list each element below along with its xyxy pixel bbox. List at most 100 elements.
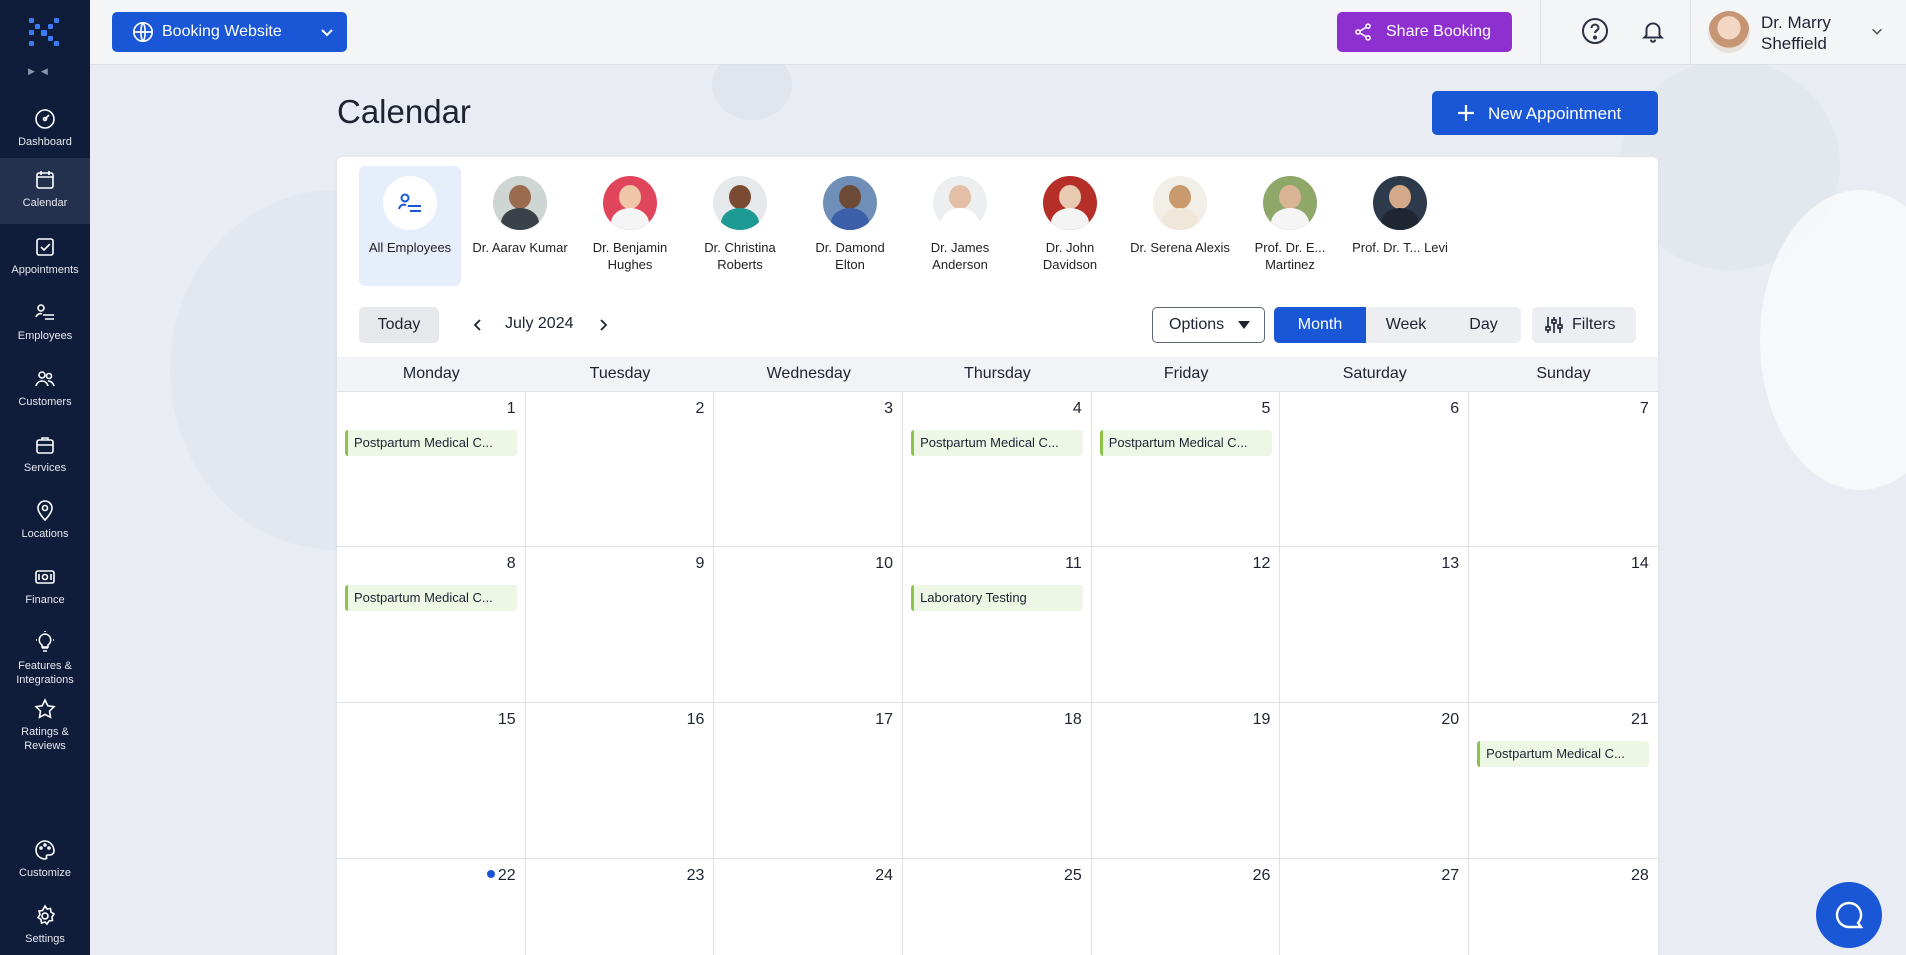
- day-cell[interactable]: 16: [526, 703, 715, 858]
- employee-filter-damond-elton[interactable]: Dr. Damond Elton: [799, 166, 901, 286]
- day-cell[interactable]: 13: [1280, 547, 1470, 702]
- sidebar-item-customize[interactable]: Customize: [0, 828, 90, 894]
- day-number-label: 16: [686, 711, 705, 728]
- money-icon: [35, 570, 55, 584]
- chat-bubble-icon: [1835, 901, 1864, 929]
- appointment-event[interactable]: Postpartum Medical C...: [1477, 741, 1650, 767]
- day-cell[interactable]: 10: [714, 547, 904, 702]
- day-cell[interactable]: 7: [1469, 392, 1658, 546]
- chevron-down-icon[interactable]: [1870, 24, 1884, 38]
- appointment-event[interactable]: Postpartum Medical C...: [345, 585, 517, 611]
- appointment-event[interactable]: Postpartum Medical C...: [1099, 430, 1272, 456]
- day-cell[interactable]: 15: [337, 703, 526, 858]
- avatar[interactable]: [1708, 11, 1750, 53]
- sidebar-item-appointments[interactable]: Appointments: [0, 225, 90, 291]
- employee-filter-john-davidson[interactable]: Dr. John Davidson: [1019, 166, 1121, 286]
- day-cell[interactable]: 22: [337, 859, 526, 955]
- day-cell[interactable]: 23: [526, 859, 715, 955]
- employee-filter-james-anderson[interactable]: Dr. James Anderson: [909, 166, 1011, 286]
- day-cell[interactable]: 14: [1469, 547, 1658, 702]
- employee-filter-serena-alexis[interactable]: Dr. Serena Alexis: [1129, 166, 1231, 286]
- employee-filter-martinez[interactable]: Prof. Dr. E... Martinez: [1239, 166, 1341, 286]
- options-dropdown[interactable]: Options: [1152, 307, 1265, 343]
- sidebar-item-employees[interactable]: Employees: [0, 291, 90, 357]
- sidebar-collapse-icon[interactable]: ▶◀: [28, 66, 54, 77]
- day-number-label: 17: [875, 711, 894, 728]
- sidebar-item-ratings[interactable]: Ratings & Reviews: [0, 687, 90, 753]
- share-booking-button[interactable]: Share Booking: [1337, 12, 1512, 52]
- view-week-button[interactable]: Week: [1366, 307, 1446, 343]
- appointment-event[interactable]: Postpartum Medical C...: [911, 430, 1084, 456]
- calendar-icon: [36, 171, 54, 189]
- checkbox-icon: [36, 238, 54, 256]
- divider: [1540, 0, 1541, 65]
- day-cell[interactable]: 21 Postpartum Medical C...: [1469, 703, 1658, 858]
- sidebar-item-features[interactable]: Features & Integrations: [0, 621, 90, 687]
- view-month-button[interactable]: Month: [1274, 307, 1366, 343]
- day-cell[interactable]: 5 Postpartum Medical C...: [1092, 392, 1281, 546]
- day-cell[interactable]: 26: [1092, 859, 1281, 955]
- bell-icon[interactable]: [1640, 18, 1666, 44]
- day-cell[interactable]: 6: [1280, 392, 1470, 546]
- day-cell[interactable]: 2: [526, 392, 715, 546]
- sidebar-item-services[interactable]: Services: [0, 423, 90, 489]
- day-cell[interactable]: 1 Postpartum Medical C...: [337, 392, 526, 546]
- today-indicator: [486, 870, 495, 878]
- sliders-icon: [1545, 317, 1563, 333]
- chevron-right-icon[interactable]: [596, 317, 610, 333]
- avatar: [1373, 176, 1427, 230]
- day-cell[interactable]: 18: [903, 703, 1092, 858]
- appointment-event[interactable]: Laboratory Testing: [911, 585, 1084, 611]
- weeks-container: 1 Postpartum Medical C... 2 3 4 Postpartum Me…: [337, 391, 1658, 955]
- sidebar-item-dashboard[interactable]: Dashboard: [0, 97, 90, 163]
- star-icon: [34, 698, 56, 719]
- day-number: 28: [1631, 867, 1649, 885]
- help-icon[interactable]: [1581, 17, 1609, 45]
- appointment-event[interactable]: Postpartum Medical C...: [345, 430, 517, 456]
- sidebar-item-label: Customize: [19, 867, 71, 879]
- employee-name: All Employees: [368, 240, 452, 255]
- filters-button[interactable]: Filters: [1532, 307, 1636, 343]
- sidebar-item-customers[interactable]: Customers: [0, 357, 90, 423]
- day-cell[interactable]: 12: [1092, 547, 1281, 702]
- day-cell[interactable]: 24: [714, 859, 904, 955]
- employee-filter-christina-roberts[interactable]: Dr. Christina Roberts: [689, 166, 791, 286]
- day-cell[interactable]: 8 Postpartum Medical C...: [337, 547, 526, 702]
- chat-launcher-button[interactable]: [1816, 882, 1882, 948]
- day-number-label: 10: [875, 555, 894, 572]
- day-cell[interactable]: 4 Postpartum Medical C...: [903, 392, 1092, 546]
- new-appointment-button[interactable]: New Appointment: [1432, 91, 1658, 135]
- top-bar: Booking Website Share Booking Dr. Marry …: [90, 0, 1906, 65]
- day-cell[interactable]: 3: [714, 392, 904, 546]
- employee-filter-levi[interactable]: Prof. Dr. T... Levi: [1349, 166, 1451, 286]
- day-cell[interactable]: 17: [714, 703, 904, 858]
- sidebar-item-finance[interactable]: Finance: [0, 555, 90, 621]
- day-cell[interactable]: 20: [1280, 703, 1470, 858]
- employee-filter-all[interactable]: All Employees: [359, 166, 461, 286]
- weekday-label: Saturday: [1342, 365, 1407, 382]
- sidebar-item-locations[interactable]: Locations: [0, 489, 90, 555]
- view-day-button[interactable]: Day: [1446, 307, 1521, 343]
- day-number-label: 8: [506, 555, 516, 572]
- avatar: [1153, 176, 1207, 230]
- sidebar-item-calendar[interactable]: Calendar: [0, 158, 90, 224]
- employee-filter-aarav-kumar[interactable]: Dr. Aarav Kumar: [469, 166, 571, 286]
- day-cell[interactable]: 25: [903, 859, 1092, 955]
- day-number: 16: [687, 711, 705, 729]
- user-name[interactable]: Dr. Marry Sheffield: [1761, 12, 1861, 54]
- chevron-down-icon: [321, 29, 333, 37]
- day-cell[interactable]: 28: [1469, 859, 1658, 955]
- day-cell[interactable]: 27: [1280, 859, 1470, 955]
- booking-website-dropdown[interactable]: Booking Website: [112, 12, 347, 52]
- employee-filter-benjamin-hughes[interactable]: Dr. Benjamin Hughes: [579, 166, 681, 286]
- employee-name: Prof. Dr. E... Martinez: [1254, 240, 1326, 272]
- day-cell[interactable]: 11 Laboratory Testing: [903, 547, 1092, 702]
- chevron-left-icon[interactable]: [471, 317, 485, 333]
- sidebar-item-settings[interactable]: Settings: [0, 894, 90, 955]
- day-cell[interactable]: 19: [1092, 703, 1281, 858]
- day-cell[interactable]: 9: [526, 547, 715, 702]
- today-button[interactable]: Today: [359, 307, 439, 343]
- day-number: 24: [875, 867, 893, 885]
- app-logo-icon[interactable]: [27, 16, 61, 48]
- day-number: 19: [1253, 711, 1271, 729]
